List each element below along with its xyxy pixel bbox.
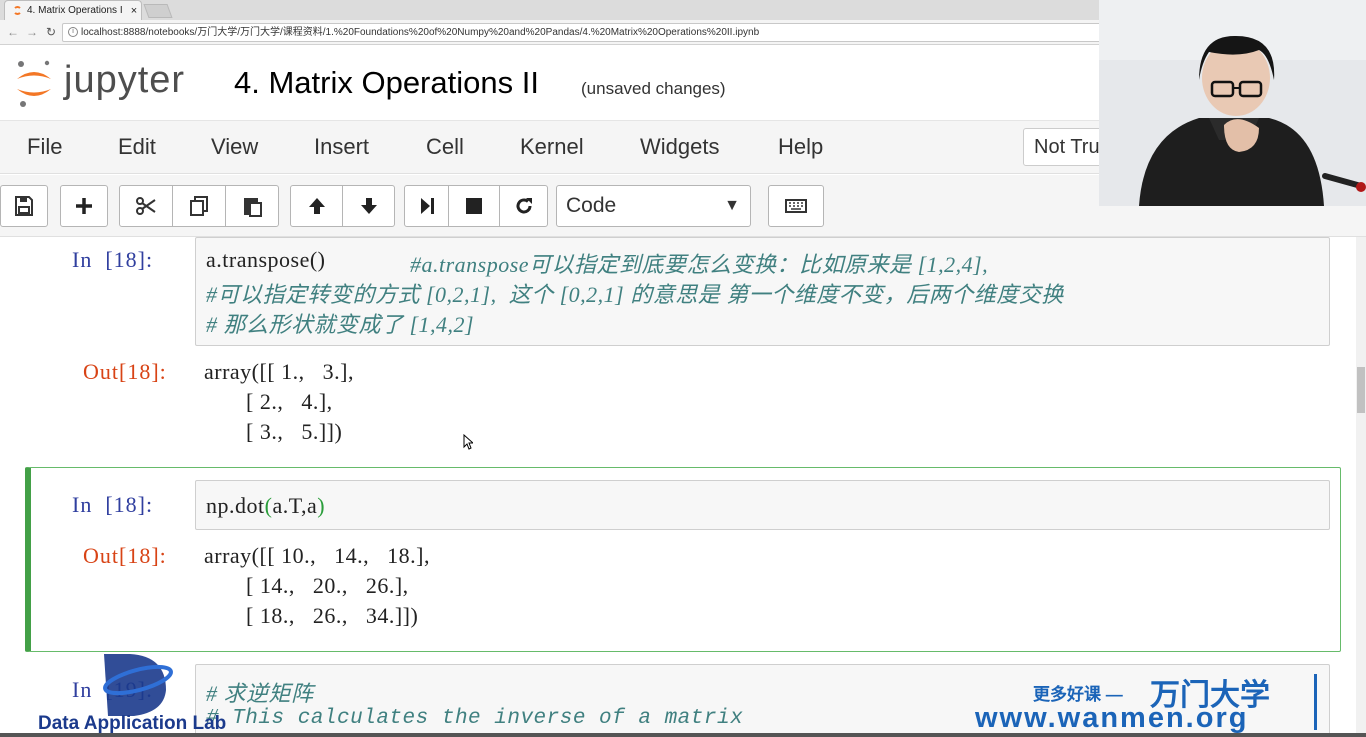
- chevron-down-icon: ▼: [724, 197, 740, 214]
- cell-2-output-line: [ 14., 20., 26.],: [204, 573, 409, 598]
- cell-2-code-args: a.T,a: [272, 493, 318, 518]
- copy-icon: [190, 196, 208, 216]
- cell-type-value: Code: [566, 194, 617, 217]
- cell-3-comment-2: # This calculates the inverse of a matri…: [206, 707, 744, 730]
- forward-icon[interactable]: →: [24, 24, 40, 40]
- save-button[interactable]: [0, 185, 48, 227]
- step-forward-icon: [420, 198, 434, 214]
- cell-type-select[interactable]: Code ▼: [556, 185, 751, 227]
- notebook-title[interactable]: 4. Matrix Operations II: [234, 65, 539, 101]
- cell-2-output-line: array([[ 10., 14., 18.],: [204, 543, 430, 568]
- url-input[interactable]: i localhost:8888/notebooks/万门大学/万门大学/课程资…: [62, 23, 1102, 42]
- jupyter-favicon-icon: [13, 6, 22, 15]
- watermark-right: 更多好课 — 万门大学 www.wanmen.org: [975, 668, 1335, 737]
- cell-1-output-line: [ 3., 5.]]): [204, 419, 343, 444]
- plus-icon: [76, 198, 92, 214]
- cell-1-output-line: [ 2., 4.],: [204, 389, 333, 414]
- url-text: localhost:8888/notebooks/万门大学/万门大学/课程资料/…: [81, 27, 760, 38]
- cell-2-output-line: [ 18., 26., 34.]]): [204, 603, 419, 628]
- new-tab-button[interactable]: [143, 4, 173, 18]
- cell-1-code: a.transpose(): [206, 247, 326, 272]
- page-scrollbar[interactable]: [1356, 237, 1366, 737]
- cell-2-input[interactable]: [195, 480, 1330, 530]
- scissors-icon: [136, 197, 156, 215]
- menu-view[interactable]: View: [211, 134, 258, 160]
- insert-cell-button[interactable]: [60, 185, 108, 227]
- paste-button[interactable]: [225, 185, 279, 227]
- jupyter-logo-icon[interactable]: [14, 57, 54, 109]
- tab-title: 4. Matrix Operations II: [27, 5, 122, 16]
- menu-insert[interactable]: Insert: [314, 134, 369, 160]
- menu-cell[interactable]: Cell: [426, 134, 464, 160]
- cell-1-comment-1: #a.transpose可以指定到底要怎么变换：比如原来是 [1,2,4],: [410, 252, 989, 277]
- cell-2-out-prompt: Out[18]:: [83, 543, 167, 568]
- cell-2-in-prompt: In [18]:: [72, 492, 154, 517]
- cell-2-code: np.dot(a.T,a): [206, 493, 325, 519]
- browser-tab[interactable]: 4. Matrix Operations II ×: [4, 0, 142, 20]
- webcam-overlay: [1099, 0, 1366, 206]
- move-up-button[interactable]: [290, 185, 343, 227]
- screen: 4. Matrix Operations II × ← → ↻ i localh…: [0, 0, 1366, 737]
- cell-2-code-fn: np.dot: [206, 493, 265, 518]
- cell-1-comment-3: # 那么形状就变成了 [1,4,2]: [206, 312, 475, 337]
- cell-1-output-line: array([[ 1., 3.],: [204, 359, 354, 384]
- cell-1-out-prompt: Out[18]:: [83, 359, 167, 384]
- run-button[interactable]: [404, 185, 449, 227]
- tab-close-icon[interactable]: ×: [127, 5, 141, 17]
- watermark-divider: [1314, 674, 1317, 730]
- menu-widgets[interactable]: Widgets: [640, 134, 719, 160]
- back-icon[interactable]: ←: [5, 24, 21, 40]
- watermark-left-text: Data Application Lab: [38, 713, 227, 734]
- restart-icon: [516, 198, 532, 214]
- menu-file[interactable]: File: [27, 134, 62, 160]
- cell-1-in-prompt: In [18]:: [72, 247, 154, 272]
- stop-icon: [466, 198, 482, 214]
- mouse-cursor-icon: [463, 434, 473, 450]
- command-palette-button[interactable]: [768, 185, 824, 227]
- scrollbar-thumb[interactable]: [1357, 367, 1365, 413]
- restart-button[interactable]: [499, 185, 548, 227]
- save-status: (unsaved changes): [581, 79, 726, 98]
- reload-icon[interactable]: ↻: [43, 24, 59, 40]
- jupyter-logo-text: jupyter: [64, 59, 186, 101]
- save-icon: [15, 196, 33, 216]
- info-icon: i: [68, 27, 78, 37]
- bottom-strip: [0, 733, 1366, 737]
- menu-edit[interactable]: Edit: [118, 134, 156, 160]
- arrow-down-icon: [360, 198, 377, 214]
- copy-button[interactable]: [172, 185, 226, 227]
- paste-icon: [244, 198, 262, 217]
- cell-2-paren-close: ): [317, 493, 326, 518]
- cell-1-comment-2: #可以指定转变的方式 [0,2,1], 这个 [0,2,1] 的意思是 第一个维…: [206, 282, 1064, 307]
- menu-help[interactable]: Help: [778, 134, 823, 160]
- arrow-up-icon: [308, 198, 325, 214]
- cut-button[interactable]: [119, 185, 173, 227]
- move-down-button[interactable]: [342, 185, 395, 227]
- keyboard-icon: [785, 199, 807, 213]
- interrupt-button[interactable]: [448, 185, 500, 227]
- watermark-url: www.wanmen.org: [975, 702, 1249, 734]
- menu-kernel[interactable]: Kernel: [520, 134, 584, 160]
